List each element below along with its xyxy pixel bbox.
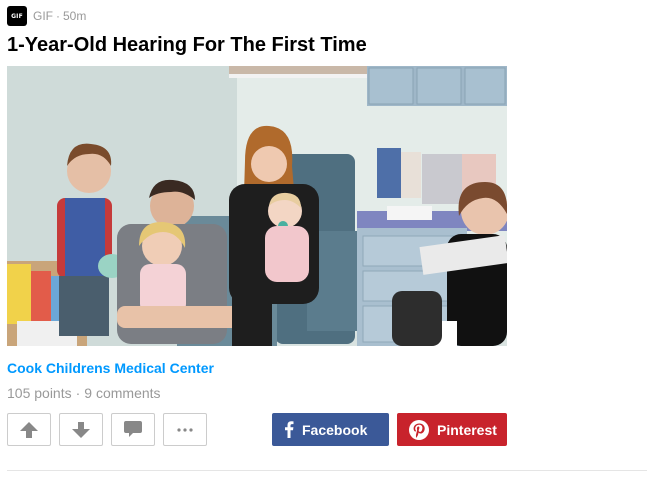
facebook-icon <box>284 421 294 438</box>
post-meta: GIF GIF · 50m <box>7 6 86 26</box>
upvote-button[interactable] <box>7 413 51 446</box>
arrow-down-icon <box>72 421 90 438</box>
more-icon <box>177 427 193 432</box>
more-button[interactable] <box>163 413 207 446</box>
meta-separator: · <box>56 9 60 23</box>
post-title[interactable]: 1-Year-Old Hearing For The First Time <box>7 34 367 57</box>
pinterest-icon <box>409 419 429 440</box>
post-stats: 105 points · 9 comments <box>7 385 161 401</box>
pinterest-label: Pinterest <box>437 421 497 438</box>
points-count[interactable]: 105 points <box>7 385 72 401</box>
arrow-up-icon <box>20 421 38 438</box>
pinterest-share-button[interactable]: Pinterest <box>397 413 507 446</box>
post-divider <box>7 470 647 471</box>
post-meta-text: GIF · 50m <box>33 9 86 23</box>
comments-count[interactable]: 9 comments <box>84 385 160 401</box>
downvote-button[interactable] <box>59 413 103 446</box>
section-name[interactable]: GIF <box>33 9 53 23</box>
post-gif[interactable] <box>7 66 507 346</box>
post-actions: Facebook Pinterest <box>7 413 507 446</box>
gif-frame-image <box>7 66 507 346</box>
facebook-label: Facebook <box>302 421 368 438</box>
post-age: 50m <box>63 9 87 23</box>
comment-button[interactable] <box>111 413 155 446</box>
section-icon-label: GIF <box>11 12 23 20</box>
gif-section-icon[interactable]: GIF <box>7 6 27 26</box>
facebook-share-button[interactable]: Facebook <box>272 413 389 446</box>
attribution-link[interactable]: Cook Childrens Medical Center <box>7 360 214 376</box>
comment-icon <box>124 421 142 437</box>
stats-separator: · <box>75 385 81 401</box>
